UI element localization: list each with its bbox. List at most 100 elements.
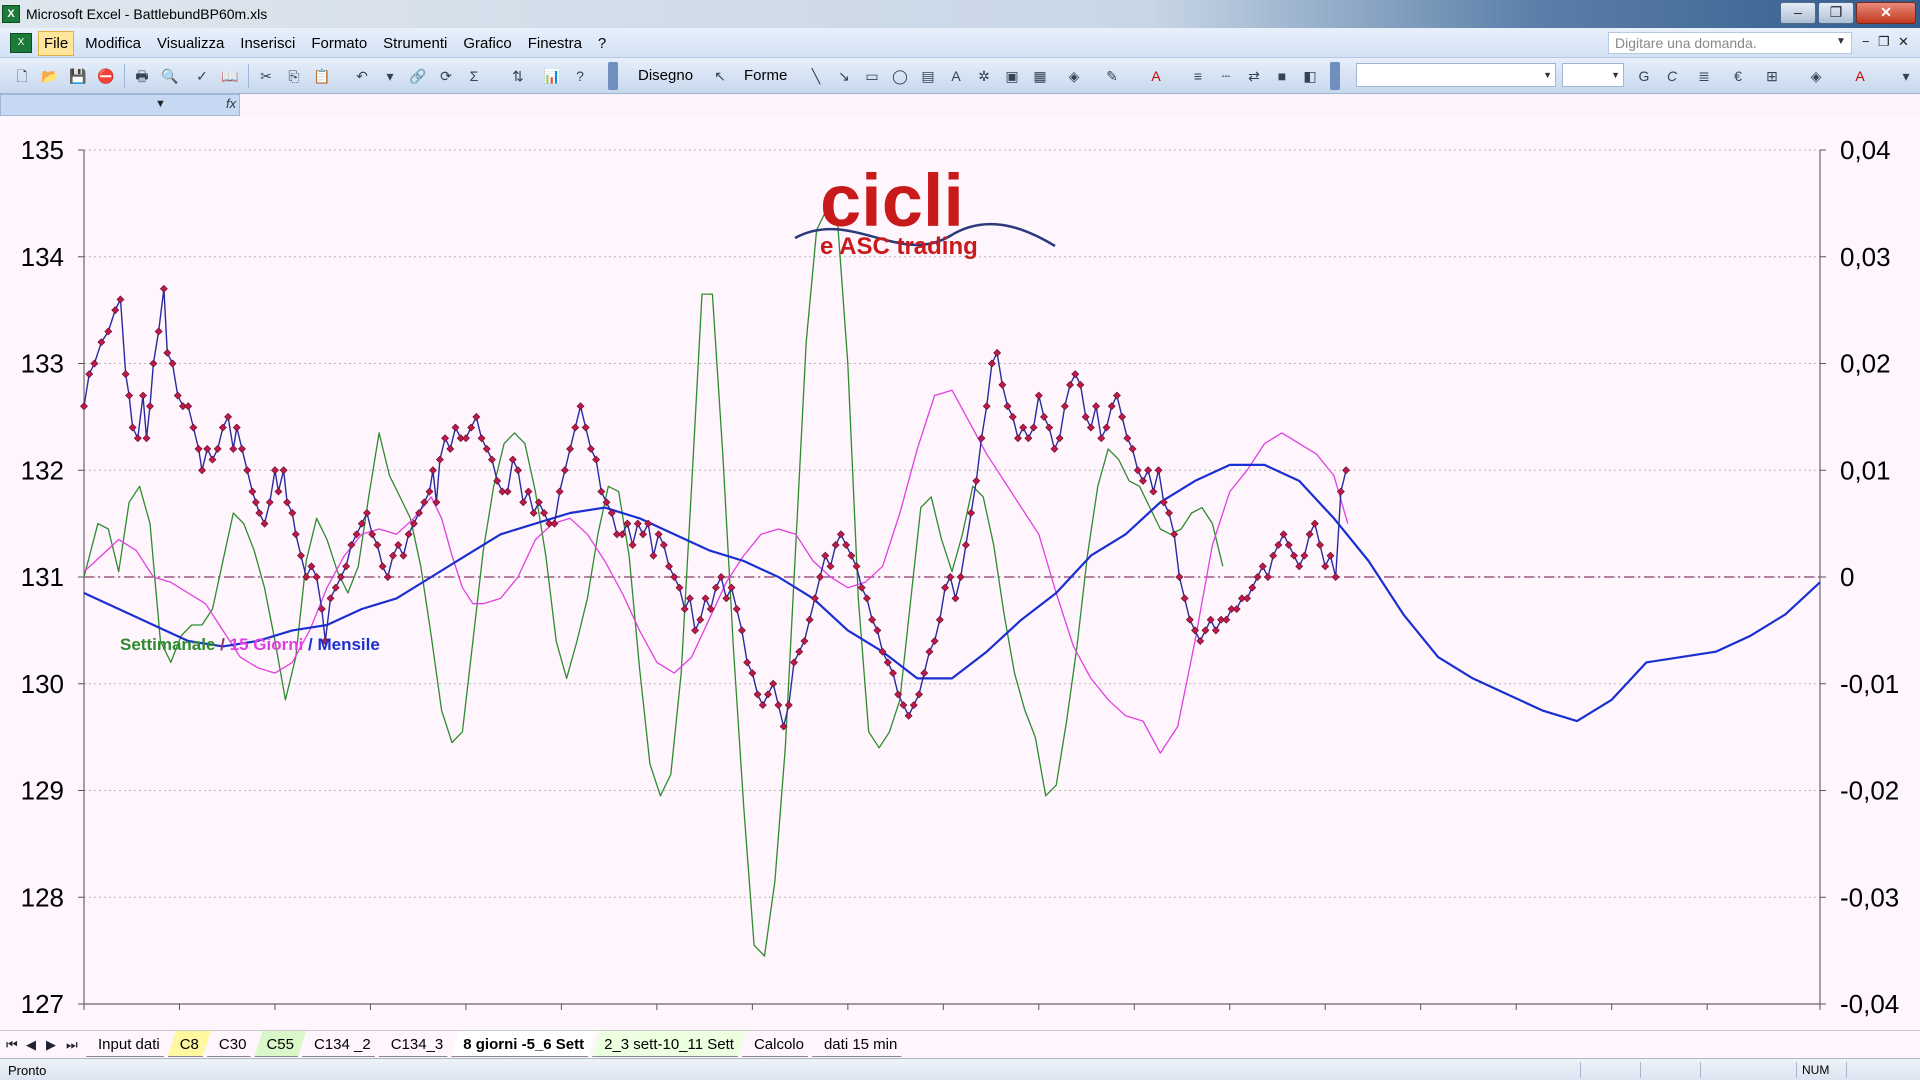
bold-icon[interactable]: G [1634, 66, 1654, 86]
font-color-icon[interactable]: A [1146, 66, 1166, 86]
fill-color-icon[interactable]: ◈ [1064, 66, 1084, 86]
arrow-icon[interactable]: ↘ [834, 66, 854, 86]
arrow-style-icon[interactable]: ⇄ [1244, 66, 1264, 86]
hyperlink-icon[interactable]: 🔗 [408, 66, 428, 86]
autosum-icon[interactable]: Σ [464, 66, 484, 86]
price-point [420, 498, 429, 507]
text-color-icon[interactable]: A [1850, 66, 1870, 86]
research-icon[interactable]: 📖 [220, 66, 240, 86]
menu-formato[interactable]: Formato [306, 32, 372, 55]
price-point [800, 637, 809, 646]
clipart-icon[interactable]: ▣ [1002, 66, 1022, 86]
prev-sheet-icon[interactable]: ◀ [26, 1037, 36, 1053]
doc-restore-icon[interactable]: ❐ [1878, 34, 1890, 50]
font-name-combo[interactable]: ▼ [1356, 63, 1556, 87]
open-folder-icon[interactable]: 📂 [40, 66, 60, 86]
refresh-icon[interactable]: ⟳ [436, 66, 456, 86]
sheet-tab-1[interactable]: C8 [168, 1031, 211, 1057]
drawing-menu[interactable]: Disegno [638, 67, 693, 84]
shadow-icon[interactable]: ■ [1272, 66, 1292, 86]
function-icon[interactable]: fx [226, 96, 236, 111]
paste-icon[interactable]: 📋 [312, 66, 332, 86]
wordart-icon[interactable]: A [946, 66, 966, 86]
sheet-tab-8[interactable]: Calcolo [742, 1031, 816, 1057]
price-point [1342, 466, 1351, 475]
price-point [946, 573, 955, 581]
workbook-icon[interactable]: X [10, 33, 32, 53]
align-icon[interactable]: ≣ [1694, 66, 1714, 86]
3d-icon[interactable]: ◧ [1300, 66, 1320, 86]
price-point [1222, 615, 1231, 624]
undo-icon[interactable]: ↶ [352, 66, 372, 86]
menu-finestra[interactable]: Finestra [523, 32, 587, 55]
permission-icon[interactable]: ⛔ [96, 66, 116, 86]
cut-icon[interactable]: ✂ [256, 66, 276, 86]
next-sheet-icon[interactable]: ▶ [46, 1037, 56, 1053]
excel-app-icon[interactable]: X [2, 5, 20, 23]
close-button[interactable]: ✕ [1856, 2, 1916, 24]
textbox-icon[interactable]: ▤ [918, 66, 938, 86]
chevron-down-icon[interactable]: ▼ [1836, 36, 1846, 47]
fill-bucket-icon[interactable]: ◈ [1806, 66, 1826, 86]
line-color-icon[interactable]: ✎ [1102, 66, 1122, 86]
doc-close-icon[interactable]: ✕ [1898, 34, 1909, 50]
price-cycles-chart[interactable]: 135 134 133 132 131 130 129 128 127 0,04 0,03 0,02 0… [0, 116, 1920, 1030]
toolbar-grip-2[interactable] [1330, 62, 1340, 90]
menu-grafico[interactable]: Grafico [458, 32, 516, 55]
first-sheet-icon[interactable]: ⏮ [6, 1037, 18, 1053]
sheet-tab-7[interactable]: 2_3 sett-10_11 Sett [592, 1031, 746, 1057]
new-document-icon[interactable]: 🗋 [12, 66, 32, 86]
sheet-tab-5[interactable]: C134_3 [379, 1031, 456, 1057]
borders-icon[interactable]: ⊞ [1762, 66, 1782, 86]
price-point [1258, 562, 1267, 571]
save-icon[interactable]: 💾 [68, 66, 88, 86]
diagram-icon[interactable]: ✲ [974, 66, 994, 86]
toolbar-options-icon[interactable]: ▾ [1896, 66, 1916, 86]
minimize-button[interactable]: – [1780, 2, 1816, 24]
price-point [461, 434, 470, 443]
dash-style-icon[interactable]: ┄ [1216, 66, 1236, 86]
menu--[interactable]: ? [593, 32, 611, 55]
sheet-tab-4[interactable]: C134 _2 [302, 1031, 383, 1057]
name-box[interactable]: ▼ [0, 94, 240, 116]
sheet-tab-9[interactable]: dati 15 min [812, 1031, 909, 1057]
menu-strumenti[interactable]: Strumenti [378, 32, 452, 55]
rectangle-icon[interactable]: ▭ [862, 66, 882, 86]
line-style-icon[interactable]: ≡ [1188, 66, 1208, 86]
chart-wizard-icon[interactable]: 📊 [542, 66, 562, 86]
print-preview-icon[interactable]: 🔍 [160, 66, 180, 86]
spelling-icon[interactable]: ✓ [192, 66, 212, 86]
redo-icon[interactable]: ▾ [380, 66, 400, 86]
copy-icon[interactable]: ⎘ [284, 66, 304, 86]
sheet-tab-3[interactable]: C55 [254, 1031, 306, 1057]
line-icon[interactable]: ╲ [806, 66, 826, 86]
sheet-tab-0[interactable]: Input dati [86, 1031, 172, 1057]
picture-icon[interactable]: ▦ [1030, 66, 1050, 86]
font-size-combo[interactable]: ▼ [1562, 63, 1624, 87]
select-arrow-icon[interactable]: ↖ [710, 66, 730, 86]
price-point [104, 327, 113, 336]
restore-button[interactable]: ❐ [1818, 2, 1854, 24]
menu-file[interactable]: File [38, 30, 75, 56]
sort-icon[interactable]: ⇅ [508, 66, 528, 86]
chart-area[interactable]: 135 134 133 132 131 130 129 128 127 0,04 0,03 0,02 0… [0, 116, 1920, 1030]
toolbar-grip[interactable] [608, 62, 618, 90]
sheet-tab-6[interactable]: 8 giorni -5_6 Sett [451, 1031, 596, 1057]
price-point [670, 573, 679, 581]
euro-icon[interactable]: € [1728, 66, 1748, 86]
last-sheet-icon[interactable]: ⏭ [66, 1037, 78, 1053]
help-icon[interactable]: ? [570, 66, 590, 86]
oval-icon[interactable]: ◯ [890, 66, 910, 86]
ask-question-input[interactable]: Digitare una domanda. [1608, 32, 1852, 54]
left-tick-label: 135 [21, 135, 64, 165]
sheet-tab-2[interactable]: C30 [207, 1031, 259, 1057]
price-point [229, 444, 238, 453]
shapes-menu[interactable]: Forme [744, 67, 787, 84]
print-icon[interactable]: 🖶 [132, 66, 152, 86]
doc-minimize-icon[interactable]: − [1862, 34, 1870, 49]
price-point [121, 370, 130, 379]
italic-icon[interactable]: C [1662, 66, 1682, 86]
menu-inserisci[interactable]: Inserisci [235, 32, 300, 55]
menu-modifica[interactable]: Modifica [80, 32, 146, 55]
menu-visualizza[interactable]: Visualizza [152, 32, 229, 55]
